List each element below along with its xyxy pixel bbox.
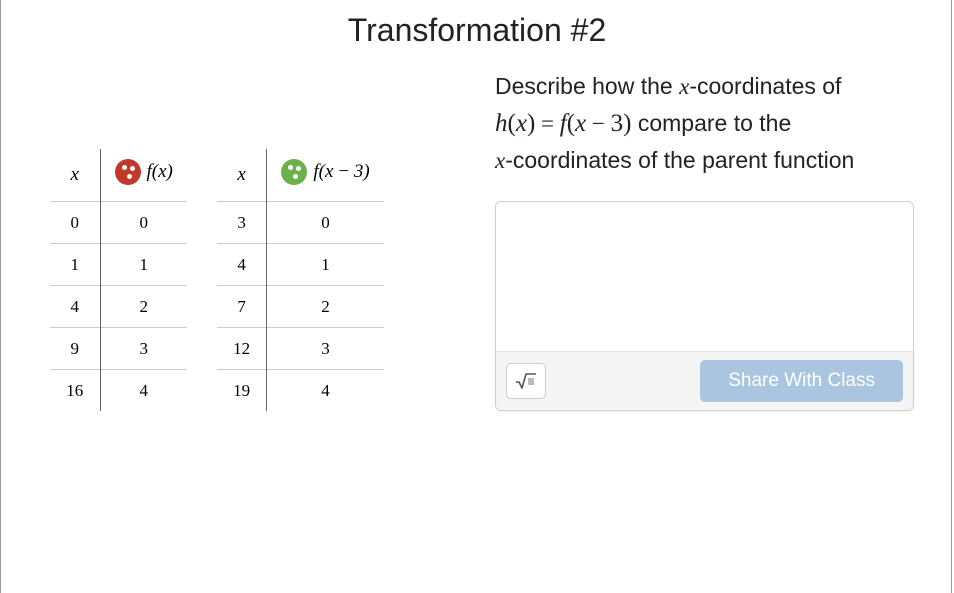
math-var: f	[560, 110, 567, 137]
cell-y: 4	[267, 370, 384, 412]
right-border	[951, 0, 952, 593]
math-var: x	[495, 148, 505, 173]
cell-x: 9	[50, 328, 100, 370]
left-border	[0, 0, 1, 593]
cell-x: 19	[217, 370, 267, 412]
math-op: −	[586, 111, 610, 136]
prompt-part: Describe how the	[495, 73, 679, 99]
math-var: h	[495, 110, 508, 137]
answer-toolbar: Share With Class	[496, 352, 913, 410]
cell-x: 1	[50, 244, 100, 286]
math-var: x	[679, 74, 689, 99]
header-label: x	[237, 164, 245, 185]
content-row: x f(x) 00 11 42 93 164	[0, 69, 954, 411]
table-row: 194	[217, 370, 384, 412]
cell-y: 0	[267, 202, 384, 244]
table-row: 93	[50, 328, 187, 370]
answer-box: Share With Class	[495, 201, 914, 411]
math-input-button[interactable]	[506, 363, 546, 399]
table-row: 164	[50, 370, 187, 412]
table-fx: x f(x) 00 11 42 93 164	[50, 149, 187, 411]
math-op: (	[508, 110, 516, 137]
cell-y: 2	[267, 286, 384, 328]
table-fxm3-body: 30 41 72 123 194	[217, 202, 384, 412]
prompt-part: -coordinates of the parent function	[505, 147, 854, 173]
cell-y: 3	[100, 328, 187, 370]
dice-icon	[281, 159, 307, 185]
table-fx-header-x: x	[50, 149, 100, 202]
math-op: =	[535, 111, 559, 136]
header-label: f(x)	[147, 161, 173, 183]
header-label: f(x − 3)	[313, 161, 369, 183]
prompt-text: Describe how the x-coordinates of h(x) =…	[495, 69, 914, 179]
right-area: Describe how the x-coordinates of h(x) =…	[480, 69, 924, 411]
prompt-part: compare to the	[631, 110, 791, 136]
cell-y: 1	[267, 244, 384, 286]
math-op: (	[567, 110, 575, 137]
header-label: x	[71, 164, 79, 185]
table-fx-body: 00 11 42 93 164	[50, 202, 187, 412]
cell-x: 12	[217, 328, 267, 370]
table-row: 123	[217, 328, 384, 370]
cell-y: 3	[267, 328, 384, 370]
cell-x: 16	[50, 370, 100, 412]
cell-x: 3	[217, 202, 267, 244]
cell-y: 0	[100, 202, 187, 244]
table-fxm3-header-x: x	[217, 149, 267, 202]
table-row: 30	[217, 202, 384, 244]
cell-x: 4	[50, 286, 100, 328]
cell-y: 1	[100, 244, 187, 286]
table-row: 11	[50, 244, 187, 286]
cell-y: 2	[100, 286, 187, 328]
math-var: x	[575, 110, 586, 137]
share-button[interactable]: Share With Class	[700, 360, 903, 402]
cell-x: 7	[217, 286, 267, 328]
table-row: 72	[217, 286, 384, 328]
dice-icon	[115, 159, 141, 185]
table-row: 42	[50, 286, 187, 328]
cell-x: 4	[217, 244, 267, 286]
table-fx-header-y: f(x)	[100, 149, 187, 202]
sqrt-icon	[515, 373, 537, 389]
table-row: 00	[50, 202, 187, 244]
math-var: x	[516, 110, 527, 137]
answer-input[interactable]	[496, 202, 913, 352]
cell-y: 4	[100, 370, 187, 412]
tables-area: x f(x) 00 11 42 93 164	[30, 69, 480, 411]
prompt-part: -coordinates of	[689, 73, 841, 99]
table-fxm3-header-y: f(x − 3)	[267, 149, 384, 202]
cell-x: 0	[50, 202, 100, 244]
table-fxm3: x f(x − 3) 30 41 72 123 194	[217, 149, 384, 411]
table-row: 41	[217, 244, 384, 286]
page-title: Transformation #2	[0, 0, 954, 69]
math-num: 3	[611, 110, 624, 137]
